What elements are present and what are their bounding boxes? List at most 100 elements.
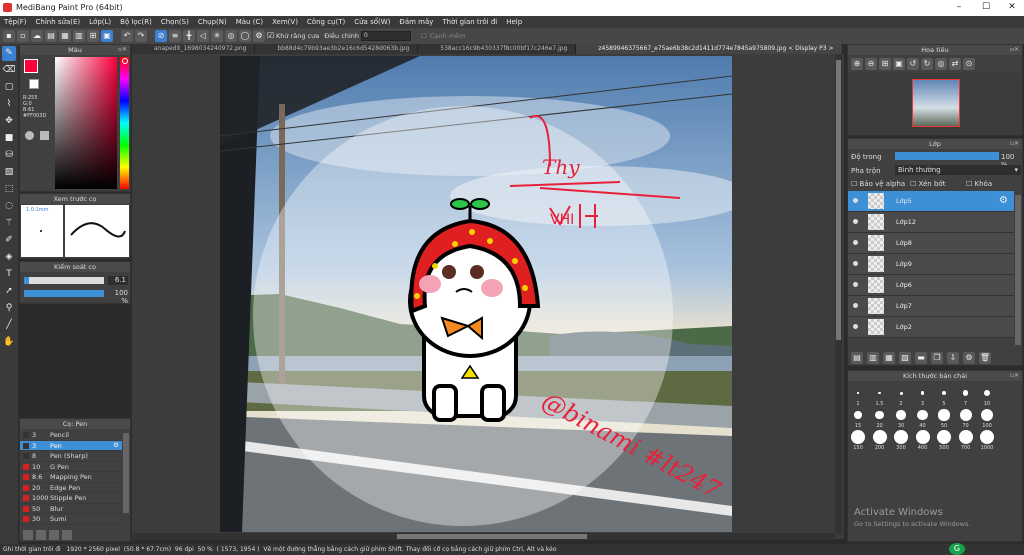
snap-icon[interactable]: ⊞ <box>87 30 99 42</box>
protect-alpha-checkbox[interactable]: ☐ Bảo vệ alpha <box>851 180 905 188</box>
menu-timelapse[interactable]: Thời gian trôi đi <box>442 18 497 26</box>
maximize-button[interactable]: ☐ <box>977 2 995 12</box>
fit-icon[interactable]: ▣ <box>893 58 905 70</box>
copy-brush-icon[interactable] <box>36 530 46 540</box>
menu-capture[interactable]: Chụp(N) <box>198 18 227 26</box>
brush-item[interactable]: 3 Pen ⚙ <box>20 440 122 451</box>
canvas-horizontal-scrollbar[interactable] <box>132 533 835 540</box>
merge-layer-icon[interactable]: ⇩ <box>947 352 959 364</box>
new-1bit-layer-icon[interactable]: ▧ <box>899 352 911 364</box>
reset-icon[interactable]: ◎ <box>935 58 947 70</box>
text-tool-icon[interactable]: T <box>2 267 16 282</box>
visibility-icon[interactable] <box>853 324 858 329</box>
menu-color[interactable]: Màu (C) <box>236 18 263 26</box>
bucket-tool-icon[interactable]: ⛁ <box>2 148 16 163</box>
visibility-icon[interactable] <box>853 261 858 266</box>
settings-icon[interactable]: ⚙ <box>253 30 265 42</box>
layer-opacity-slider[interactable] <box>895 152 999 160</box>
hue-slider[interactable] <box>120 57 129 189</box>
antialias-checkbox[interactable]: ☑ <box>267 30 274 42</box>
radial-snap-icon[interactable]: ✳ <box>211 30 223 42</box>
save-icon[interactable]: ▤ <box>45 30 57 42</box>
brush-size-dot[interactable] <box>894 430 908 444</box>
menu-edit[interactable]: Chỉnh sửa(E) <box>36 18 81 26</box>
brush-opacity-slider[interactable] <box>24 290 104 297</box>
layer-row[interactable]: Lớp8 <box>848 233 1014 254</box>
brush-size-dot[interactable] <box>851 430 865 444</box>
panel-close-icon[interactable]: ▫✕ <box>1010 371 1019 381</box>
brush-item[interactable]: 50 Blur <box>20 504 122 514</box>
menu-layer[interactable]: Lớp(L) <box>89 18 111 26</box>
duplicate-layer-icon[interactable]: ❐ <box>931 352 943 364</box>
brush-size-dot[interactable] <box>958 430 973 444</box>
brush-size-value[interactable]: 6.1 <box>108 276 128 285</box>
select-eraser-tool-icon[interactable]: ◈ <box>2 250 16 265</box>
brush-size-dot[interactable] <box>857 392 859 394</box>
brush-tool-icon[interactable]: ⌇ <box>2 97 16 112</box>
layer-list-scrollbar[interactable] <box>1015 195 1021 345</box>
hand-tool-icon[interactable]: ✋ <box>2 335 16 350</box>
tab-document-4[interactable]: z4589946375667_e75ae6b38c2d1411d774e7845… <box>576 44 843 54</box>
brush-size-dot[interactable] <box>962 390 969 396</box>
brush-size-dot[interactable] <box>854 411 862 419</box>
brush-size-slider[interactable] <box>24 277 104 284</box>
menu-view[interactable]: Xem(V) <box>272 18 298 26</box>
clipping-checkbox[interactable]: ☐ Xén bớt <box>910 180 945 188</box>
brush-size-dot[interactable] <box>899 391 903 395</box>
panel-close-icon[interactable]: ▫✕ <box>1010 139 1019 149</box>
brush-size-dot[interactable] <box>920 391 925 395</box>
brush-item[interactable]: 20 Edge Pen <box>20 483 122 493</box>
eyedropper-tool-icon[interactable]: ⚲ <box>2 301 16 316</box>
brush-item[interactable]: 30 Sumi <box>20 514 122 525</box>
saturation-value-picker[interactable] <box>55 57 117 189</box>
brush-settings-icon[interactable]: ⚙ <box>113 441 119 449</box>
cross-snap-icon[interactable]: ╋ <box>183 30 195 42</box>
zoom-actual-icon[interactable]: ⊞ <box>879 58 891 70</box>
curve-snap-icon[interactable]: ◯ <box>239 30 251 42</box>
new-layer-icon[interactable]: ▤ <box>851 352 863 364</box>
magic-wand-tool-icon[interactable]: ⚚ <box>2 216 16 231</box>
rotate-right-icon[interactable]: ↻ <box>921 58 933 70</box>
correction-select[interactable]: 0 <box>361 31 411 41</box>
layer-row[interactable]: Lớp2 <box>848 317 1014 338</box>
sub-color-swatch[interactable] <box>29 79 39 89</box>
brush-item[interactable]: 3 Pencil <box>20 430 122 441</box>
layer-row[interactable]: Lớp9 <box>848 254 1014 275</box>
visibility-icon[interactable] <box>853 303 858 308</box>
brush-size-dot[interactable] <box>878 391 881 395</box>
circle-snap-icon[interactable]: ◎ <box>225 30 237 42</box>
brush-size-dot[interactable] <box>875 410 884 420</box>
close-button[interactable]: ✕ <box>1003 2 1021 12</box>
move-tool-icon[interactable]: ✥ <box>2 114 16 129</box>
brush-size-dot[interactable] <box>872 430 887 444</box>
brush-size-dot[interactable] <box>941 390 947 396</box>
brush-item[interactable]: 8.6 Mapping Pen <box>20 472 122 483</box>
operation-tool-icon[interactable]: ➚ <box>2 284 16 299</box>
pen-tool-icon[interactable]: ✎ <box>2 46 16 61</box>
grid-icon[interactable]: ▦ <box>59 30 71 42</box>
brush-size-dot[interactable] <box>896 410 906 420</box>
visibility-icon[interactable] <box>853 240 858 245</box>
tab-document-2[interactable]: bb88d4c79b93ae3b2e16c6d5428d063b.jpg <box>255 44 419 54</box>
brush-size-dot[interactable] <box>980 430 994 444</box>
select-tool-icon[interactable]: ⬚ <box>2 182 16 197</box>
zoom-out-icon[interactable]: ⊖ <box>865 58 877 70</box>
main-color-swatch[interactable] <box>24 59 38 73</box>
rotate-left-icon[interactable]: ↺ <box>907 58 919 70</box>
menu-tools[interactable]: Công cụ(T) <box>307 18 345 26</box>
new-file-icon[interactable]: ▪ <box>3 30 15 42</box>
menu-help[interactable]: Help <box>506 18 522 26</box>
add-brush-icon[interactable] <box>23 530 33 540</box>
select-pen-tool-icon[interactable]: ✐ <box>2 233 16 248</box>
visibility-icon[interactable] <box>853 282 858 287</box>
new-8bit-layer-icon[interactable]: ▦ <box>883 352 895 364</box>
layer-row[interactable]: Lớp6 <box>848 275 1014 296</box>
tab-document-1[interactable]: anapedit_1698034240972.png <box>132 44 256 54</box>
soft-edge-checkbox[interactable]: ☐ <box>421 32 427 40</box>
view-icon[interactable]: ⊙ <box>963 58 975 70</box>
open-file-icon[interactable]: ▫ <box>17 30 29 42</box>
redo-icon[interactable]: ↷ <box>135 30 147 42</box>
menu-window[interactable]: Cửa sổ(W) <box>354 18 390 26</box>
layer-row[interactable]: Lớp5 ⚙ <box>848 191 1014 212</box>
fill-rect-tool-icon[interactable]: ■ <box>2 131 16 146</box>
